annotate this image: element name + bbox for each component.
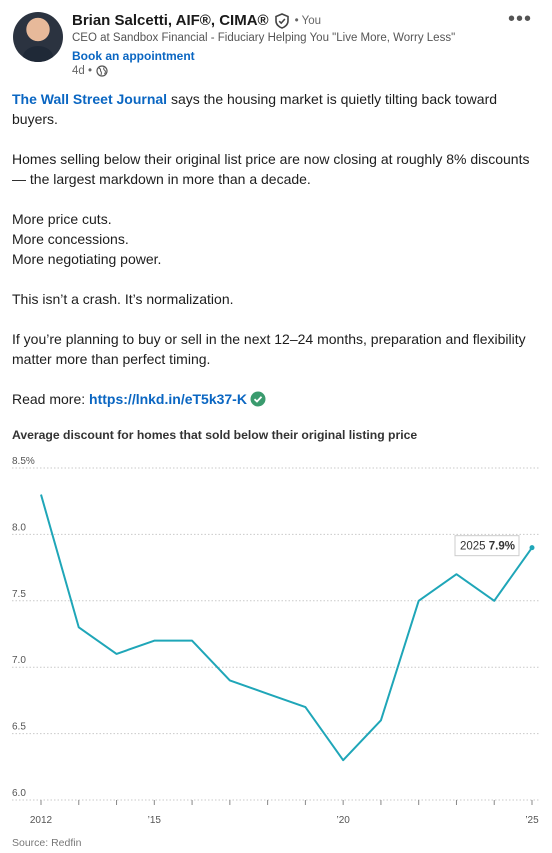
x-tick-label: ’20 [336,815,350,826]
x-tick-label: 2012 [30,815,53,826]
callout-label: 2025 7.9% [460,541,515,553]
y-tick-label: 6.5 [12,722,26,733]
read-more-link[interactable]: https://lnkd.in/eT5k37-K [89,391,247,407]
post-time-row: 4d • [72,65,108,77]
y-tick-label: 8.5% [12,456,35,467]
y-tick-label: 7.5 [12,589,26,600]
globe-icon [96,65,108,77]
y-tick-label: 7.0 [12,655,26,666]
verified-check-icon [250,391,266,407]
y-tick-label: 8.0 [12,522,26,533]
post-paragraph: This isn’t a crash. It’s normalization. [12,291,234,307]
data-point-2025 [529,545,535,551]
author-row: Brian Salcetti, AIF®, CIMA® • You [72,12,321,29]
post-line: More concessions. [12,231,129,247]
you-label: • You [294,14,321,27]
post-paragraph: Homes selling below their original list … [12,151,530,187]
post-paragraph: More price cuts. More concessions. More … [12,209,542,269]
chart-source: Source: Redfin [12,837,82,849]
verified-shield-icon [274,12,289,29]
more-options-icon[interactable]: ••• [508,8,532,31]
chart-title: Average discount for homes that sold bel… [12,428,418,442]
x-tick-label: ’15 [148,815,162,826]
callout-value: 7.9% [489,541,515,553]
author-avatar[interactable] [13,12,63,62]
post-paragraph: The Wall Street Journal says the housing… [12,89,542,129]
post-body: The Wall Street Journal says the housing… [12,89,542,429]
author-name[interactable]: Brian Salcetti, AIF®, CIMA® [72,12,269,29]
y-tick-label: 6.0 [12,788,26,799]
post-paragraph: Read more: https://lnkd.in/eT5k37-K [12,389,542,409]
discount-line-chart: 8.5% 8.0 7.5 7.0 6.5 6.0 2012 ’15 ’20 ’25 2025 7.9… [12,456,540,826]
book-appointment-link[interactable]: Book an appointment [72,49,195,63]
post-line: More negotiating power. [12,251,162,267]
callout-year: 2025 [460,541,489,553]
post-paragraph: If you’re planning to buy or sell in the… [12,331,526,367]
post-time: 4d • [72,65,93,77]
read-more-label: Read more: [12,391,90,407]
wsj-link[interactable]: The Wall Street Journal [12,91,167,107]
author-headline: CEO at Sandbox Financial - Fiduciary Hel… [72,32,456,44]
post-line: More price cuts. [12,211,112,227]
x-tick-label: ’25 [525,815,539,826]
